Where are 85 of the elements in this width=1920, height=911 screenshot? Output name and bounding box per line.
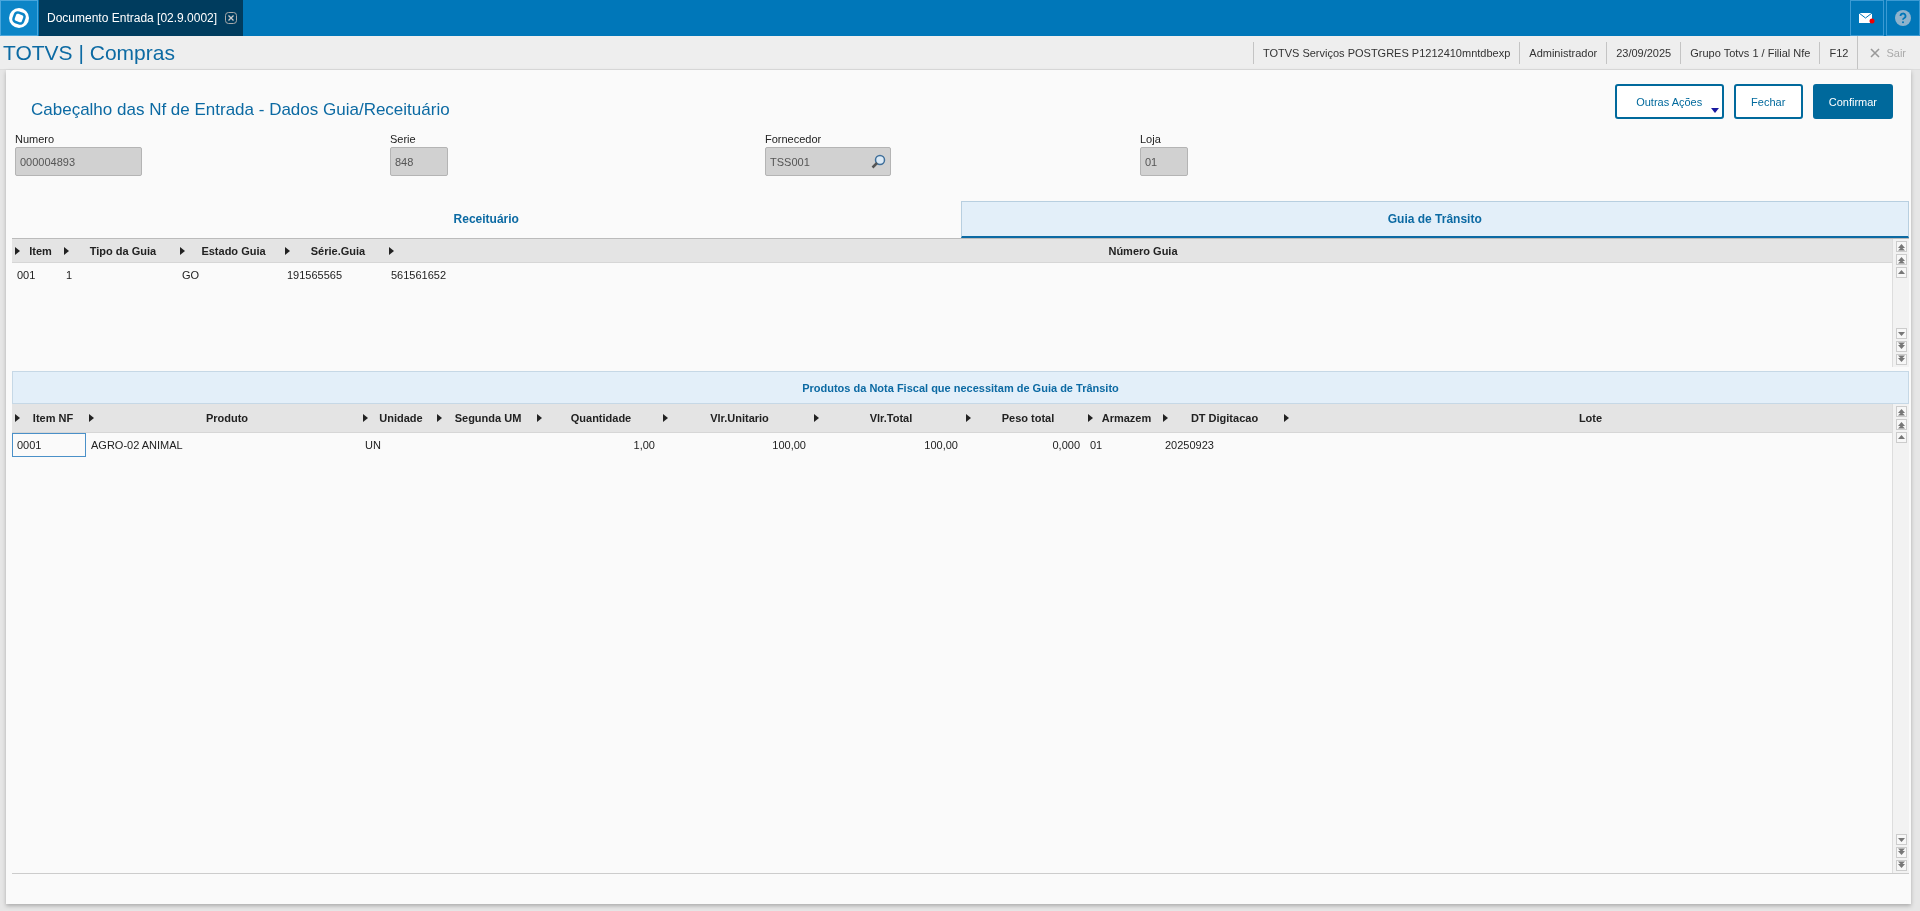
scroll-down-icon[interactable]	[1895, 328, 1907, 339]
table-cell: 0001	[17, 439, 42, 451]
column-header[interactable]: Unidade	[379, 412, 423, 424]
field-label: Loja	[1140, 133, 1162, 145]
sort-arrow-icon[interactable]	[89, 414, 94, 422]
column-header[interactable]: Vlr.Unitario	[710, 412, 769, 424]
column-header[interactable]: Segunda UM	[454, 412, 522, 424]
sort-arrow-icon[interactable]	[1163, 414, 1168, 422]
scroll-down-icon[interactable]	[1895, 341, 1907, 352]
table-cell: 001	[17, 269, 36, 281]
sort-arrow-icon[interactable]	[663, 414, 668, 422]
close-button[interactable]: Fechar	[1733, 84, 1803, 119]
sort-arrow-icon[interactable]	[966, 414, 971, 422]
tab[interactable]: Guia de Trânsito	[960, 201, 1909, 238]
table-cell: AGRO-02 ANIMAL	[91, 439, 183, 451]
table-cell: GO	[182, 269, 200, 281]
input-field[interactable]: 000004893	[15, 147, 142, 176]
status-item: Administrador	[1519, 41, 1607, 64]
status-item[interactable]: F12	[1819, 41, 1858, 64]
sort-arrow-icon[interactable]	[537, 414, 542, 422]
sort-arrow-icon[interactable]	[64, 246, 69, 255]
sort-arrow-icon[interactable]	[285, 246, 290, 255]
scroll-up-icon[interactable]	[1895, 254, 1907, 265]
sort-arrow-icon[interactable]	[15, 414, 20, 422]
section-title: Produtos da Nota Fiscal que necessitam de Guia de Trânsito	[802, 381, 1119, 394]
field-label: Serie	[390, 133, 417, 145]
sort-arrow-icon[interactable]	[15, 246, 20, 255]
scroll-up-icon[interactable]	[1895, 241, 1907, 252]
logo-icon[interactable]	[0, 0, 38, 36]
table-cell: 100,00	[772, 439, 806, 451]
column-header[interactable]: Estado Guia	[201, 244, 266, 257]
input-field[interactable]: TSS001	[765, 147, 891, 176]
column-header[interactable]: Tipo da Guia	[89, 244, 157, 257]
status-item: 23/09/2025	[1606, 41, 1681, 64]
table-cell: 561561652	[391, 269, 447, 281]
sort-arrow-icon[interactable]	[1088, 414, 1093, 422]
column-header[interactable]: DT Digitacao	[1190, 412, 1259, 424]
column-header[interactable]: Produto	[205, 412, 249, 424]
column-header[interactable]: Vlr.Total	[869, 412, 913, 424]
status-item: Grupo Totvs 1 / Filial Nfe	[1680, 41, 1820, 64]
field-label: Fornecedor	[765, 133, 823, 145]
sort-arrow-icon[interactable]	[437, 414, 442, 422]
scroll-up-icon[interactable]	[1895, 432, 1907, 443]
page-title: Cabeçalho das Nf de Entrada - Dados Guia/Receituário	[31, 100, 450, 120]
table-cell: 20250923	[1165, 439, 1214, 451]
scroll-down-icon[interactable]	[1895, 834, 1907, 845]
sort-arrow-icon[interactable]	[1284, 414, 1289, 422]
table-cell: 100,00	[924, 439, 958, 451]
column-header[interactable]: Armazem	[1101, 412, 1152, 424]
table-cell: 0,000	[1052, 439, 1080, 451]
column-header[interactable]: Item	[29, 244, 52, 257]
scroll-up-icon[interactable]	[1895, 267, 1907, 278]
tab[interactable]: Receituário	[12, 201, 961, 238]
sort-arrow-icon[interactable]	[814, 414, 819, 422]
app-tab[interactable]: Documento Entrada [02.9.0002]	[39, 0, 244, 36]
table-cell: 191565565	[287, 269, 343, 281]
table-cell: 01	[1090, 439, 1103, 451]
table-cell: UN	[365, 439, 381, 451]
confirm-button[interactable]: Confirmar	[1812, 84, 1893, 119]
column-header[interactable]: Quantidade	[570, 412, 632, 424]
column-header[interactable]: Lote	[1578, 412, 1603, 424]
field-label: Numero	[15, 133, 56, 145]
column-header[interactable]: Peso total	[1001, 412, 1055, 424]
column-header[interactable]: Série.Guia	[310, 244, 366, 257]
input-field[interactable]: 01	[1140, 147, 1188, 176]
caret-icon[interactable]	[1710, 108, 1719, 113]
sort-arrow-icon[interactable]	[363, 414, 368, 422]
app-title: TOTVS | Compras	[2, 40, 175, 65]
actions-menu-button[interactable]: Outras Ações	[1614, 84, 1724, 119]
table-cell: 1	[66, 269, 73, 281]
scroll-down-icon[interactable]	[1895, 354, 1907, 365]
mail-icon[interactable]	[1850, 0, 1884, 36]
scroll-down-icon[interactable]	[1895, 847, 1907, 858]
input-field[interactable]: 848	[390, 147, 448, 176]
column-header[interactable]: Número Guia	[1108, 244, 1178, 257]
status-item: TOTVS Serviços POSTGRES P1212410mntdbexp	[1252, 41, 1520, 64]
scroll-up-icon[interactable]	[1895, 406, 1907, 417]
sort-arrow-icon[interactable]	[389, 246, 394, 255]
scroll-down-icon[interactable]	[1895, 860, 1907, 871]
scroll-up-icon[interactable]	[1895, 419, 1907, 430]
close-icon[interactable]	[225, 12, 238, 24]
table-cell: 1,00	[633, 439, 655, 451]
column-header[interactable]: Item NF	[32, 412, 74, 424]
search-icon[interactable]	[871, 154, 886, 169]
sort-arrow-icon[interactable]	[180, 246, 185, 255]
